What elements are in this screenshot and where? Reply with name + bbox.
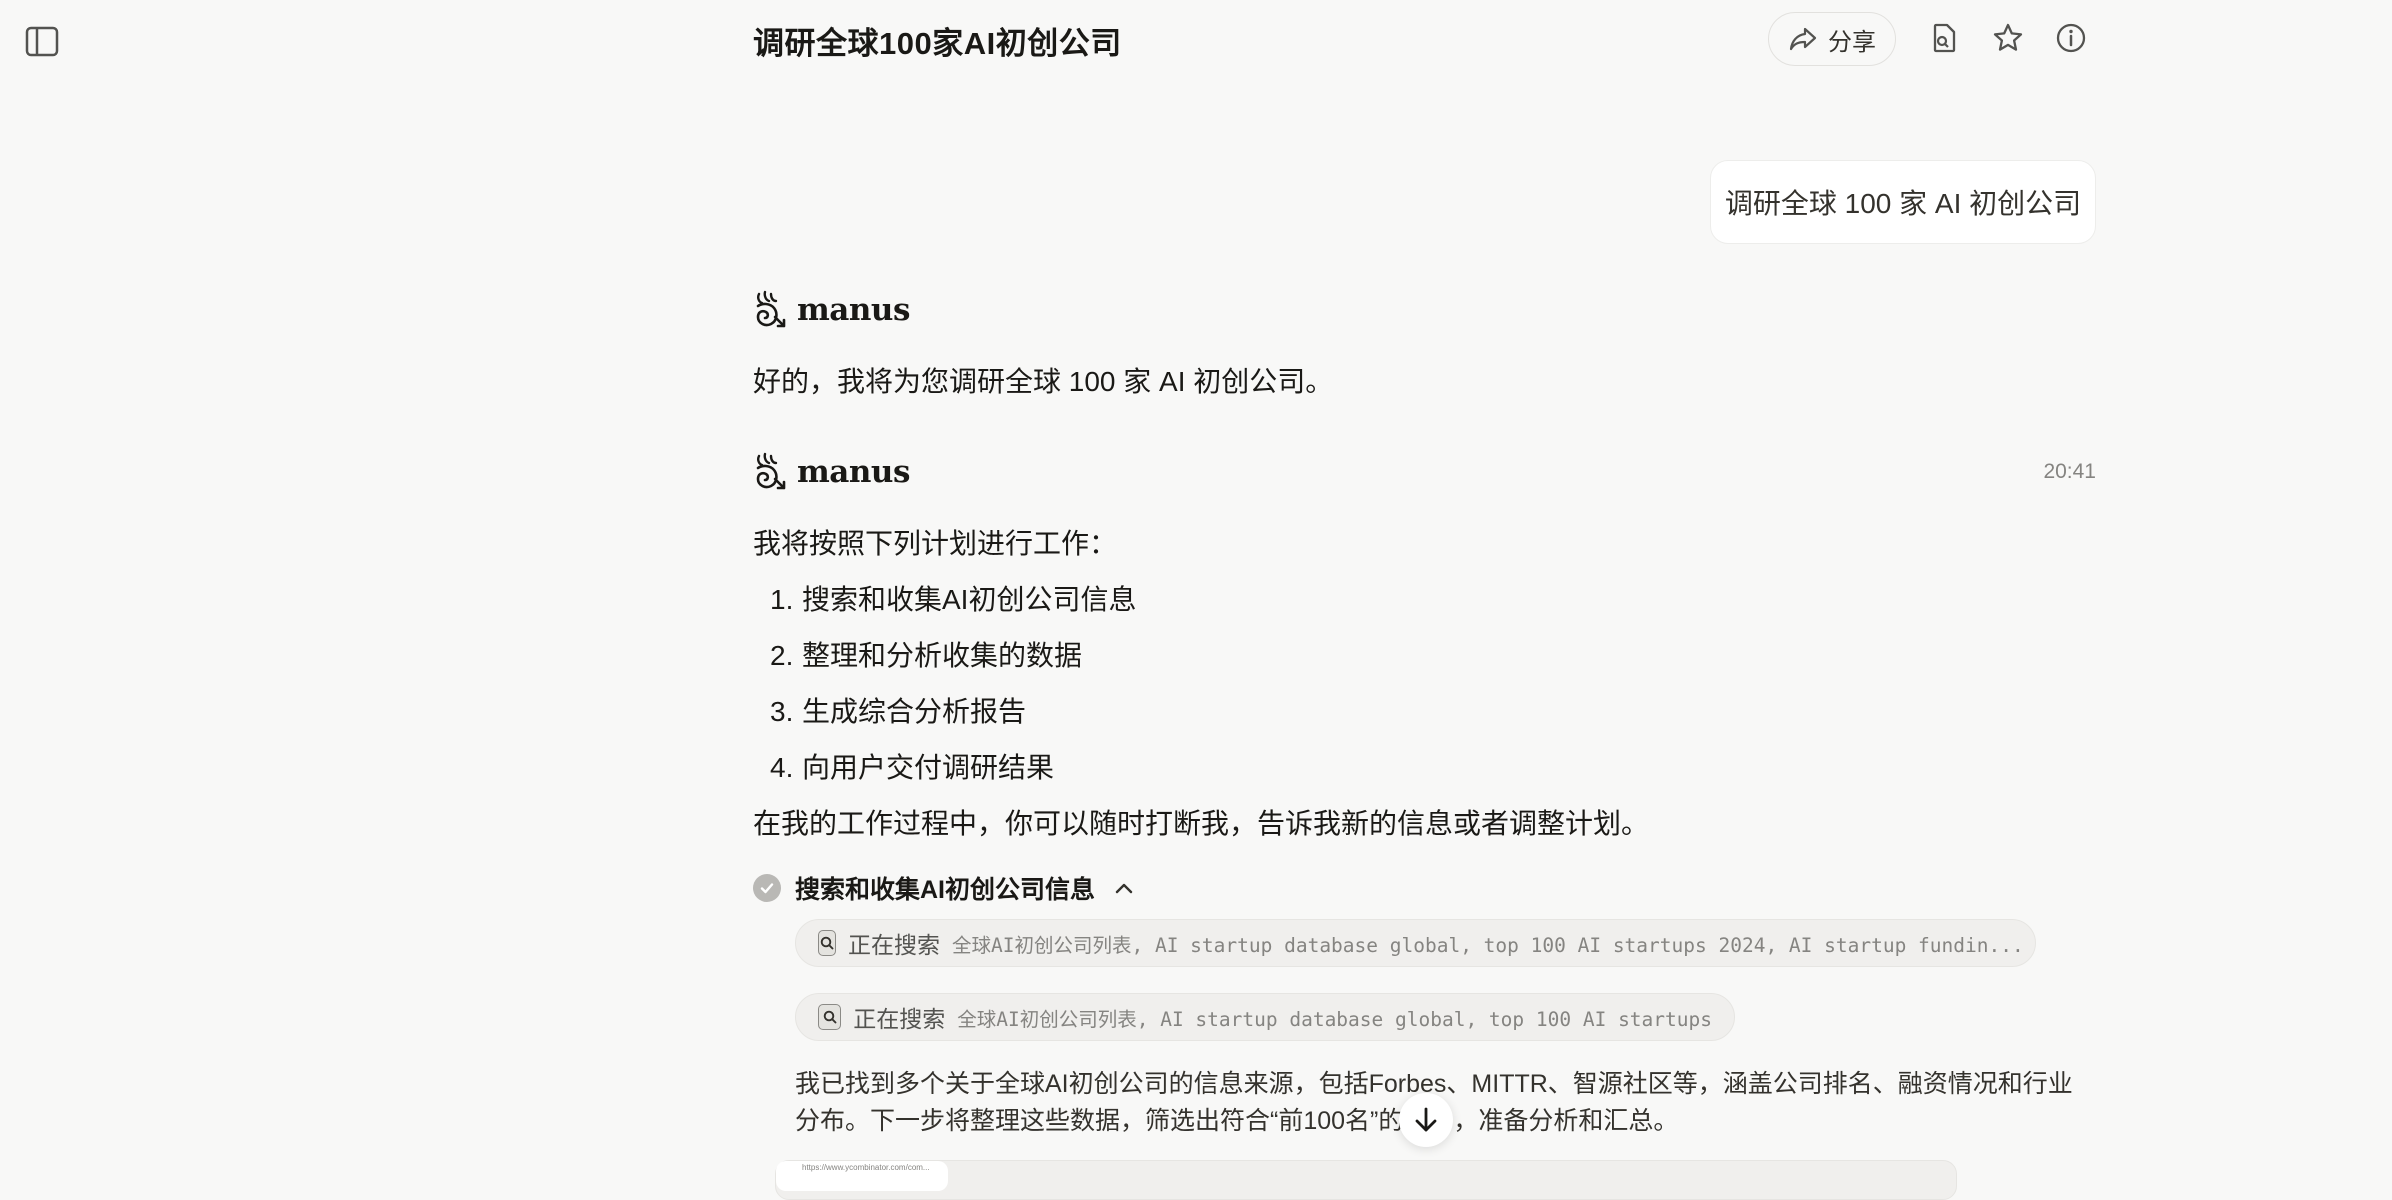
web-preview-url: https://www.ycombinator.com/com... — [776, 1161, 948, 1191]
file-button[interactable] — [1926, 20, 1962, 56]
info-icon — [2056, 23, 2086, 53]
info-button[interactable] — [2053, 20, 2089, 56]
share-button[interactable]: 分享 — [1768, 12, 1896, 66]
assistant-reply-text: 好的，我将为您调研全球 100 家 AI 初创公司。 — [753, 366, 1334, 397]
file-icon — [1933, 23, 1956, 53]
sidebar-toggle-button[interactable] — [24, 24, 62, 60]
manus-logo-icon — [756, 452, 786, 490]
user-message-text: 调研全球 100 家 AI 初创公司 — [1724, 188, 2082, 219]
plan-item-text: 整理和分析收集的数据 — [802, 640, 1083, 671]
scroll-to-bottom-button[interactable] — [1399, 1093, 1453, 1147]
plan-item: 2. 整理和分析收集的数据 — [770, 634, 1082, 674]
web-preview-card[interactable] — [775, 1160, 1957, 1200]
arrow-down-icon — [1415, 1107, 1437, 1132]
plan-item-text: 向用户交付调研结果 — [802, 752, 1055, 783]
share-icon — [1789, 27, 1817, 51]
search-icon — [818, 1004, 842, 1030]
search-action-label: 正在搜索 — [848, 932, 940, 958]
manus-logo-icon — [756, 290, 786, 328]
search-step-pill[interactable]: 正在搜索 全球AI初创公司列表, AI startup database glo… — [795, 919, 2036, 967]
search-query-text: 全球AI初创公司列表, AI startup database global, … — [952, 933, 2024, 957]
plan-outro: 在我的工作过程中，你可以随时打断我，告诉我新的信息或者调整计划。 — [753, 808, 1650, 839]
share-label: 分享 — [1828, 28, 1876, 56]
assistant-header: manus — [753, 290, 910, 330]
plan-item-number: 4. — [770, 752, 794, 783]
plan-item: 1. 搜索和收集AI初创公司信息 — [770, 578, 1136, 618]
plan-item: 4. 向用户交付调研结果 — [770, 746, 1054, 786]
star-icon — [1993, 23, 2023, 51]
assistant-header: manus — [753, 452, 910, 492]
page-title: 调研全球100家AI初创公司 — [753, 26, 1122, 61]
plan-item-text: 搜索和收集AI初创公司信息 — [802, 584, 1137, 615]
assistant-name: manus — [797, 292, 910, 328]
search-query-text: 全球AI初创公司列表, AI startup database global, … — [957, 1007, 1712, 1031]
search-action-label: 正在搜索 — [853, 1006, 946, 1032]
assistant-name: manus — [797, 454, 910, 490]
plan-item-number: 3. — [770, 696, 794, 727]
plan-item-number: 2. — [770, 640, 794, 671]
search-icon — [818, 930, 836, 956]
task-step-header[interactable]: 搜索和收集AI初创公司信息 — [753, 870, 1135, 906]
check-icon — [753, 874, 781, 902]
plan-item: 3. 生成综合分析报告 — [770, 690, 1026, 730]
message-timestamp: 20:41 — [2043, 460, 2096, 483]
sidebar-toggle-icon — [25, 26, 59, 57]
favorite-button[interactable] — [1990, 20, 2026, 56]
chevron-up-icon — [1115, 883, 1133, 894]
plan-item-text: 生成综合分析报告 — [802, 696, 1027, 727]
plan-item-number: 1. — [770, 584, 794, 615]
task-step-label: 搜索和收集AI初创公司信息 — [795, 876, 1096, 904]
user-message-bubble: 调研全球 100 家 AI 初创公司 — [1710, 160, 2096, 244]
plan-intro: 我将按照下列计划进行工作： — [753, 528, 1118, 559]
search-step-pill[interactable]: 正在搜索 全球AI初创公司列表, AI startup database glo… — [795, 993, 1735, 1041]
